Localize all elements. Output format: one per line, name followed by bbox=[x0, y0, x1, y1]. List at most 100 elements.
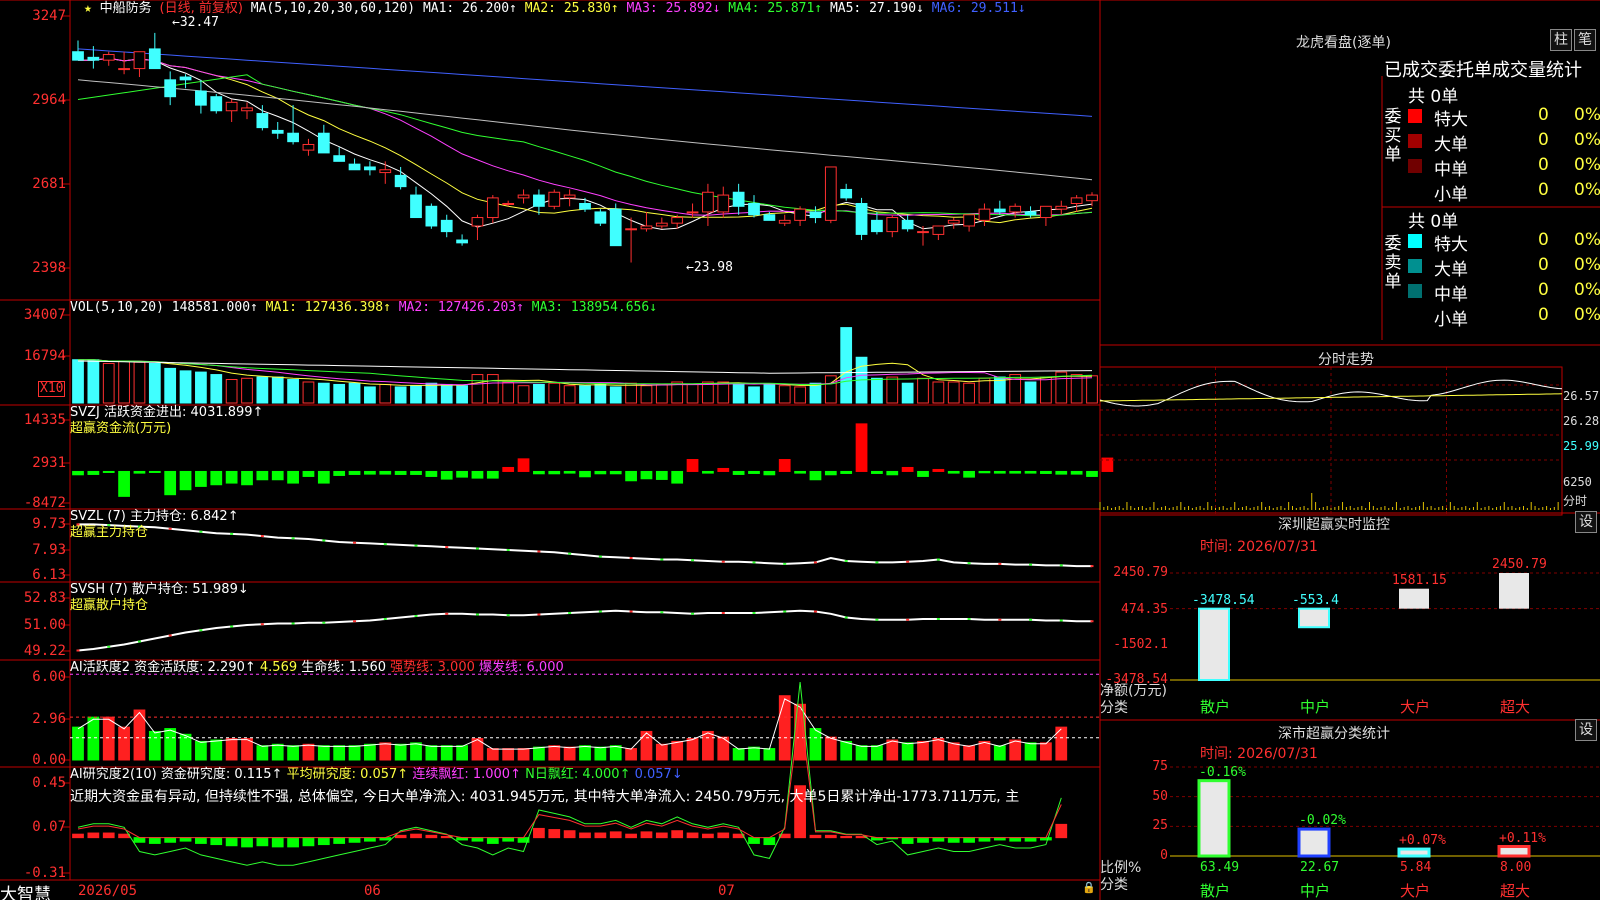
vol-bar-37 bbox=[640, 385, 653, 404]
vol-label: VOL(5,10,20) bbox=[70, 300, 164, 315]
svzl-tick-28 bbox=[506, 549, 510, 551]
svzj-bar-3 bbox=[118, 470, 130, 497]
y-label-ai2-1: 0.07 bbox=[32, 819, 66, 835]
vol-bar-19 bbox=[364, 386, 376, 404]
ai-strong: 强势线: 3.000 bbox=[390, 660, 475, 675]
ai2-bar-10 bbox=[225, 837, 238, 847]
y-label-price-0: 3247 bbox=[32, 8, 66, 24]
ai-bar-46 bbox=[778, 695, 791, 761]
vol-bar-28 bbox=[502, 381, 515, 404]
vol-bar-58 bbox=[963, 382, 975, 404]
buy-side-label: 委买单 bbox=[1384, 107, 1402, 165]
order-value-3: 0 bbox=[1538, 305, 1549, 325]
svzj-bar-16 bbox=[317, 470, 330, 484]
ai-bar-8 bbox=[195, 740, 207, 761]
vol-bar-54 bbox=[901, 382, 914, 404]
order-value-1: 0 bbox=[1538, 255, 1549, 275]
favorite-star-icon[interactable]: ★ bbox=[84, 1, 92, 16]
candle-body-41 bbox=[702, 191, 714, 213]
x-axis-label-0: 2026/05 bbox=[78, 883, 138, 899]
ai-bar-19 bbox=[364, 743, 376, 761]
candle-body-60 bbox=[993, 208, 1006, 213]
ai-bar-27 bbox=[486, 748, 499, 761]
ai-bar-51 bbox=[855, 745, 868, 761]
candle-body-15 bbox=[302, 143, 315, 151]
vol-bar-4 bbox=[133, 361, 146, 404]
svzj-bar-9 bbox=[210, 470, 223, 486]
svzj-bar-59 bbox=[978, 470, 991, 474]
y-label-ai2-2: -0.31 bbox=[23, 865, 66, 881]
candle-body-25 bbox=[456, 239, 468, 244]
intraday-label-2: 25.99 bbox=[1563, 439, 1600, 453]
ai2-bar-45 bbox=[763, 837, 776, 846]
bar-mode-button[interactable]: 柱 bbox=[1550, 29, 1572, 51]
ai2-bar-41 bbox=[702, 833, 714, 839]
candle-body-22 bbox=[410, 194, 422, 219]
svzj-bar-21 bbox=[394, 470, 407, 475]
ai2-bar-2 bbox=[102, 832, 115, 839]
vol-bar-3 bbox=[118, 360, 130, 404]
svzj-bar-43 bbox=[732, 470, 745, 475]
svzl-tick-16 bbox=[322, 539, 326, 542]
monitor-settings-button[interactable]: 设 bbox=[1575, 511, 1597, 533]
svsh-tick-18 bbox=[353, 620, 357, 623]
svsh-tick-4 bbox=[137, 640, 141, 643]
candle-body-4 bbox=[133, 51, 146, 70]
ai2-bar-1 bbox=[87, 832, 100, 839]
ai-bar-17 bbox=[333, 745, 346, 761]
ai2-bar-36 bbox=[625, 833, 637, 839]
order-value-2: 0 bbox=[1538, 280, 1549, 300]
ai-bar-43 bbox=[732, 748, 745, 761]
candle-body-37 bbox=[640, 225, 653, 230]
y-label-svzl-2: 6.13 bbox=[32, 567, 66, 583]
svzj-label: SVZJ 活跃资金进出: 4031.899↑ bbox=[70, 405, 264, 420]
candle-body-45 bbox=[763, 214, 776, 221]
ai-bar-28 bbox=[502, 748, 515, 761]
svzl-tick-52 bbox=[875, 561, 879, 564]
svzj-bar-38 bbox=[655, 470, 668, 480]
vol-bar-24 bbox=[440, 383, 453, 404]
vol-bar-29 bbox=[517, 385, 530, 404]
tick-mode-button[interactable]: 笔 bbox=[1574, 29, 1596, 51]
svzj-bar-51 bbox=[855, 423, 868, 472]
svzj-bar-50 bbox=[840, 470, 853, 474]
svsh-tick-40 bbox=[691, 612, 695, 615]
vol-bar-6 bbox=[164, 367, 177, 404]
ai-label: AI活跃度2 资金活跃度: 2.290↑ bbox=[70, 660, 256, 675]
svzj-bar-46 bbox=[778, 459, 791, 472]
svzj-bar-6 bbox=[164, 470, 177, 496]
svzl-tick-12 bbox=[260, 535, 264, 538]
classify-value-1: 22.67 bbox=[1300, 860, 1340, 875]
vol-bar-41 bbox=[702, 381, 714, 404]
ai-bar-59 bbox=[978, 740, 991, 761]
ai2-bar-61 bbox=[1009, 837, 1022, 842]
vol-bar-48 bbox=[809, 382, 822, 404]
lock-icon[interactable]: 🔒 bbox=[1082, 881, 1096, 894]
candle-body-17 bbox=[333, 155, 346, 162]
vol-value: 148581.000↑ bbox=[171, 300, 258, 315]
svsh-tick-44 bbox=[752, 612, 756, 614]
svzj-bar-8 bbox=[195, 470, 207, 487]
svzl-tick-14 bbox=[291, 537, 295, 540]
ai-bar-49 bbox=[824, 736, 837, 761]
svzl-tick-62 bbox=[1029, 563, 1033, 566]
intraday-label-3: 6250 bbox=[1563, 475, 1592, 489]
classify-y-label-2: 25 bbox=[1152, 818, 1168, 834]
chart-canvas[interactable] bbox=[0, 0, 1600, 900]
monitor-bar-2 bbox=[1399, 588, 1429, 609]
y-label-svzj-0: 14335 bbox=[23, 412, 66, 428]
y-label-svzj-1: 2931 bbox=[32, 455, 66, 471]
svsh-tick-62 bbox=[1029, 618, 1033, 621]
classify-settings-button[interactable]: 设 bbox=[1575, 719, 1597, 741]
svsh-header: SVSH (7) 散户持仓: 51.989↓ 超赢散户持仓 bbox=[70, 582, 249, 614]
candle-body-19 bbox=[364, 166, 376, 171]
svzj-bar-66 bbox=[1086, 470, 1098, 477]
classify-bar-2 bbox=[1397, 847, 1431, 858]
candle-body-51 bbox=[855, 202, 868, 235]
order-label-2: 中单 bbox=[1434, 160, 1468, 180]
svzl-tick-24 bbox=[445, 546, 449, 549]
svsh-label: SVSH (7) 散户持仓: 51.989↓ bbox=[70, 582, 249, 597]
period-mode[interactable]: (日线, 前复权) bbox=[160, 1, 243, 16]
vol-bar-26 bbox=[471, 374, 484, 404]
x10-badge[interactable]: X10 bbox=[38, 381, 66, 397]
